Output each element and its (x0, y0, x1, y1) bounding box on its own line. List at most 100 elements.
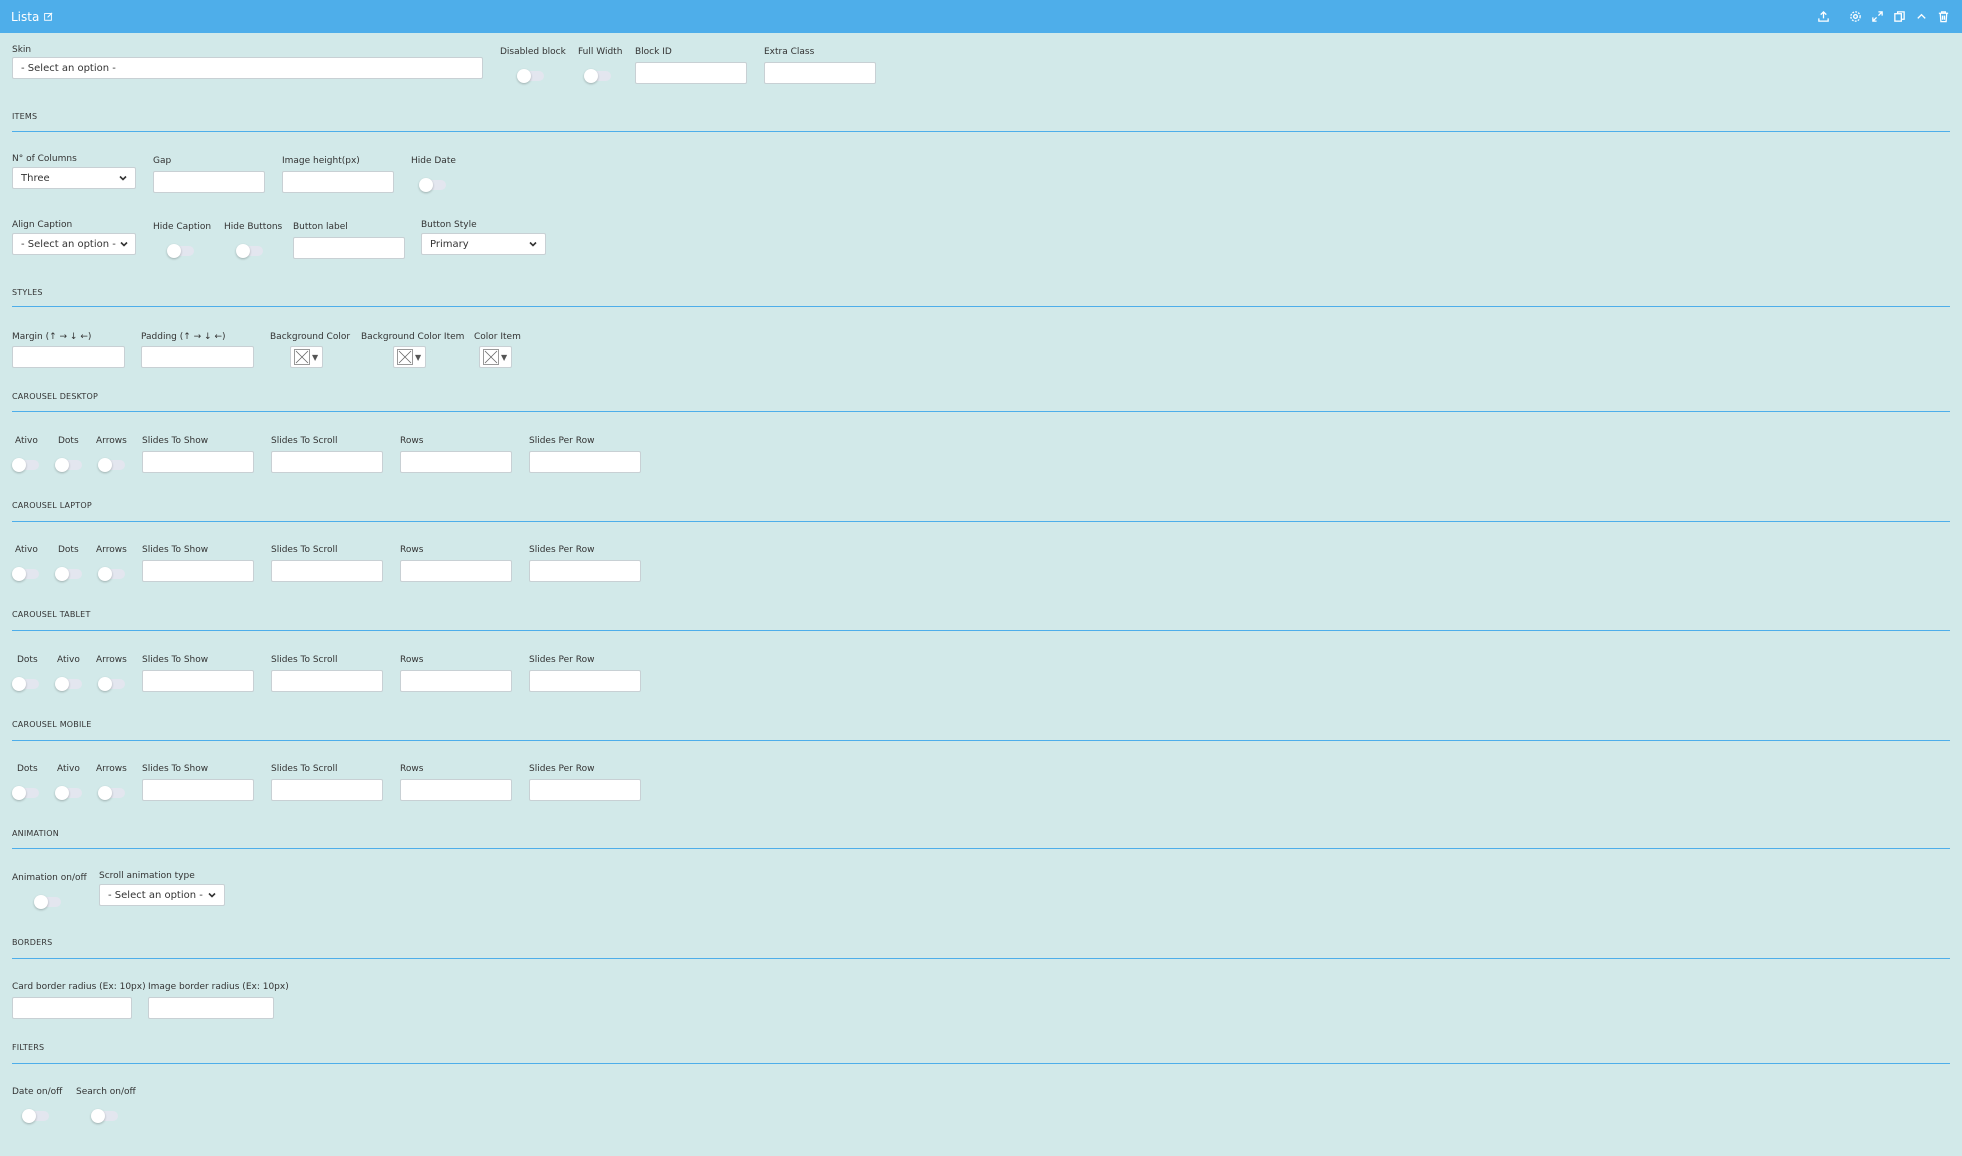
skin-select[interactable]: - Select an option - (12, 57, 483, 79)
scroll-animation-type-value: - Select an option - (108, 889, 203, 901)
section-carousel-mobile: CAROUSEL MOBILE (12, 720, 92, 729)
image-border-radius-input[interactable] (148, 997, 274, 1019)
desktop-toggle-3[interactable] (98, 458, 125, 472)
bg-color-item-label: Background Color Item (361, 332, 465, 342)
bg-color-picker[interactable]: ▼ (290, 346, 323, 368)
margin-input[interactable] (12, 346, 125, 368)
tablet-toggle-3-label: Arrows (96, 655, 127, 665)
tablet-toggle-1[interactable] (12, 677, 39, 691)
desktop-slides-to-scroll-input[interactable] (271, 451, 383, 473)
color-item-label: Color Item (474, 332, 521, 342)
hide-caption-toggle[interactable] (167, 244, 194, 258)
scroll-animation-type-select[interactable]: - Select an option - (99, 884, 225, 906)
section-borders: BORDERS (12, 938, 53, 947)
full-width-toggle[interactable] (584, 69, 611, 83)
desktop-toggle-1-label: Ativo (15, 436, 38, 446)
desktop-toggle-3-label: Arrows (96, 436, 127, 446)
trash-icon[interactable] (1936, 9, 1950, 23)
laptop-toggle-2[interactable] (55, 567, 82, 581)
extra-class-input[interactable] (764, 62, 876, 84)
laptop-toggle-3[interactable] (98, 567, 125, 581)
mobile-toggle-3[interactable] (98, 786, 125, 800)
laptop-slides-per-row-label: Slides Per Row (529, 545, 595, 555)
desktop-rows-input[interactable] (400, 451, 512, 473)
tablet-slides-to-scroll-input[interactable] (271, 670, 383, 692)
chevron-down-icon (119, 174, 127, 182)
hide-buttons-toggle[interactable] (236, 244, 263, 258)
tablet-slides-per-row-input[interactable] (529, 670, 641, 692)
block-title-wrap: Lista (11, 10, 53, 24)
hide-date-toggle[interactable] (419, 178, 446, 192)
padding-label: Padding (↑ → ↓ ←) (141, 332, 226, 342)
desktop-slides-per-row-input[interactable] (529, 451, 641, 473)
section-carousel-tablet: CAROUSEL TABLET (12, 610, 91, 619)
align-caption-select[interactable]: - Select an option - (12, 233, 136, 255)
laptop-toggle-2-label: Dots (58, 545, 79, 555)
mobile-rows-input[interactable] (400, 779, 512, 801)
laptop-toggle-3-label: Arrows (96, 545, 127, 555)
caret-down-icon: ▼ (312, 352, 319, 362)
laptop-slides-to-show-input[interactable] (142, 560, 254, 582)
export-icon[interactable] (1816, 9, 1830, 23)
date-onoff-label: Date on/off (12, 1087, 63, 1097)
hide-buttons-label: Hide Buttons (224, 222, 283, 232)
section-divider (12, 848, 1950, 849)
button-style-select[interactable]: Primary (421, 233, 546, 255)
animation-onoff-toggle[interactable] (34, 895, 61, 909)
columns-select-value: Three (21, 172, 50, 184)
image-height-label: Image height(px) (282, 156, 360, 166)
card-border-radius-label: Card border radius (Ex: 10px) (12, 982, 146, 992)
mobile-toggle-2[interactable] (55, 786, 82, 800)
mobile-slides-to-scroll-input[interactable] (271, 779, 383, 801)
gap-input[interactable] (153, 171, 265, 193)
align-caption-label: Align Caption (12, 220, 73, 230)
section-divider (12, 1063, 1950, 1064)
mobile-slides-to-scroll-label: Slides To Scroll (271, 764, 338, 774)
laptop-slides-to-scroll-input[interactable] (271, 560, 383, 582)
edit-icon[interactable] (44, 10, 53, 24)
desktop-toggle-1[interactable] (12, 458, 39, 472)
no-color-icon (483, 349, 499, 365)
padding-input[interactable] (141, 346, 254, 368)
chevron-up-icon[interactable] (1914, 9, 1928, 23)
columns-select[interactable]: Three (12, 167, 136, 189)
no-color-icon (294, 349, 310, 365)
tablet-toggle-3[interactable] (98, 677, 125, 691)
bg-color-item-picker[interactable]: ▼ (393, 346, 426, 368)
card-border-radius-input[interactable] (12, 997, 132, 1019)
block-id-input[interactable] (635, 62, 747, 84)
desktop-toggle-2[interactable] (55, 458, 82, 472)
align-caption-select-value: - Select an option - (21, 238, 116, 250)
gear-icon[interactable] (1848, 9, 1862, 23)
mobile-slides-to-show-label: Slides To Show (142, 764, 209, 774)
date-onoff-toggle[interactable] (22, 1109, 49, 1123)
skin-label: Skin (12, 45, 32, 55)
mobile-slides-to-show-input[interactable] (142, 779, 254, 801)
image-height-input[interactable] (282, 171, 394, 193)
section-divider (12, 411, 1950, 412)
full-width-label: Full Width (578, 47, 623, 57)
disabled-block-toggle[interactable] (517, 69, 544, 83)
mobile-toggle-1-label: Dots (17, 764, 38, 774)
laptop-slides-per-row-input[interactable] (529, 560, 641, 582)
laptop-toggle-1[interactable] (12, 567, 39, 581)
chevron-down-icon (208, 891, 216, 899)
image-border-radius-label: Image border radius (Ex: 10px) (148, 982, 289, 992)
mobile-toggle-1[interactable] (12, 786, 39, 800)
section-divider (12, 630, 1950, 631)
button-label-input[interactable] (293, 237, 405, 259)
color-item-picker[interactable]: ▼ (479, 346, 512, 368)
search-onoff-toggle[interactable] (91, 1109, 118, 1123)
gap-label: Gap (153, 156, 172, 166)
tablet-rows-input[interactable] (400, 670, 512, 692)
desktop-slides-to-show-input[interactable] (142, 451, 254, 473)
expand-icon[interactable] (1870, 9, 1884, 23)
margin-label: Margin (↑ → ↓ ←) (12, 332, 92, 342)
caret-down-icon: ▼ (415, 352, 422, 362)
mobile-slides-per-row-input[interactable] (529, 779, 641, 801)
tablet-toggle-2[interactable] (55, 677, 82, 691)
tablet-slides-to-show-input[interactable] (142, 670, 254, 692)
laptop-rows-label: Rows (400, 545, 424, 555)
duplicate-icon[interactable] (1892, 9, 1906, 23)
laptop-rows-input[interactable] (400, 560, 512, 582)
